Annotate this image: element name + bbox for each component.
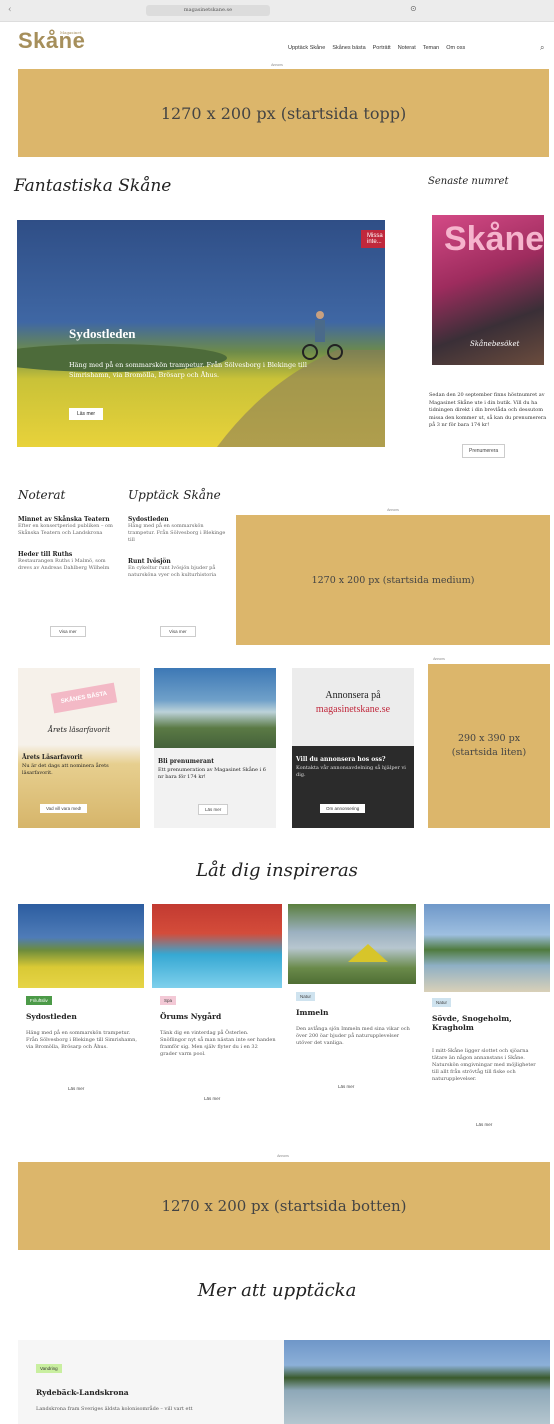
- inspire-text: Den avlånga sjön Immeln med sina vikar o…: [296, 1026, 410, 1046]
- inspire-title[interactable]: Sydostleden: [26, 1012, 138, 1021]
- hero-read-more-button[interactable]: Läs mer: [69, 408, 104, 420]
- promo-button[interactable]: Om annonsering: [320, 804, 366, 813]
- ad-label: Annons: [277, 1154, 289, 1158]
- hiker-image: [154, 668, 276, 748]
- promo-text: Ett prenumeration av Magasinet Skåne i 6…: [158, 767, 266, 780]
- nav-item-teman[interactable]: Teman: [423, 45, 440, 57]
- ad-banner-bottom[interactable]: 1270 x 200 px (startsida botten): [18, 1162, 550, 1250]
- inspire-image[interactable]: [152, 904, 282, 988]
- noterat-heading: Noterat: [18, 488, 66, 502]
- ad-banner-medium[interactable]: 1270 x 200 px (startsida medium): [236, 515, 550, 645]
- inspire-read-more[interactable]: Läs mer: [68, 1086, 84, 1091]
- inspire-tag: Spa: [160, 996, 177, 1005]
- noterat-list: Minnet av Skånska Teatern Efter en konse…: [18, 516, 116, 572]
- noterat-item-title[interactable]: Minnet av Skånska Teatern: [18, 516, 116, 523]
- promo-text: Kontakta vår annonsavdelning så hjälper …: [296, 765, 406, 778]
- inspire-read-more[interactable]: Läs mer: [204, 1096, 220, 1101]
- nav-item-portratt[interactable]: Porträtt: [373, 45, 391, 57]
- inspire-tag: Friluftsliv: [26, 996, 52, 1005]
- inspire-text: Tänk dig en vinterdag på Österlen. Snöfl…: [160, 1030, 276, 1057]
- more-text: Landskrona fram Sveriges äldsta koloniso…: [36, 1406, 193, 1412]
- ad-banner-small[interactable]: 290 x 390 px (startsida liten): [428, 664, 550, 828]
- inspire-title[interactable]: Immeln: [296, 1008, 412, 1017]
- hero-badge: Missa inte...: [361, 230, 385, 248]
- promo-button[interactable]: Läs mer: [198, 804, 229, 815]
- tent-illustration: [348, 944, 388, 962]
- upptack-item-title[interactable]: Sydostleden: [128, 516, 226, 523]
- promo-title[interactable]: Årets Läsarfavorit: [22, 754, 136, 761]
- logo-subtitle: Magasinet: [60, 30, 82, 35]
- nav-item-upptack[interactable]: Upptäck Skåne: [288, 45, 325, 57]
- upptack-item-text: Häng med på en sommarskön trampetur. Frå…: [128, 523, 226, 543]
- upptack-item-text: En cykeltur runt Ivösjön bjuder på natur…: [128, 565, 217, 578]
- inspire-title[interactable]: Örums Nygård: [160, 1012, 276, 1021]
- noterat-item-title[interactable]: Heder till Ruths: [18, 551, 116, 558]
- more-tag: Vandring: [36, 1364, 62, 1373]
- ad-label: Annons: [387, 508, 399, 512]
- inspire-text: I mitt-Skåne ligger slottet och sjöarna …: [432, 1048, 536, 1082]
- inspire-read-more[interactable]: Läs mer: [338, 1084, 354, 1089]
- more-title[interactable]: Rydebäck-Landskrona: [36, 1388, 276, 1397]
- inspire-tag: Natur: [296, 992, 316, 1001]
- hero-description: Häng med på en sommarskön trampetur. Frå…: [69, 361, 307, 379]
- skanes-basta-badge: SKÅNES BÄSTA: [50, 682, 118, 714]
- promo-card-prenumerant[interactable]: Bli prenumerant Ett prenumeration av Mag…: [154, 668, 276, 828]
- browser-toolbar: [0, 0, 554, 22]
- ad-banner-top[interactable]: 1270 x 200 px (startsida topp): [18, 69, 549, 157]
- hero-title[interactable]: Sydostleden: [69, 326, 135, 342]
- inspire-image[interactable]: [424, 904, 550, 992]
- inspire-image[interactable]: [18, 904, 144, 988]
- inspire-title[interactable]: Sövde, Snogeholm, Kragholm: [432, 1014, 544, 1032]
- ad-label: Annons: [271, 63, 283, 67]
- upptack-item-title[interactable]: Runt Ivösjön: [128, 558, 226, 565]
- annonsera-heading-accent: magasinetskane.se: [315, 704, 391, 715]
- noterat-more-button[interactable]: Visa mer: [50, 626, 86, 637]
- promo-button[interactable]: Vad vill vara med!: [40, 804, 88, 813]
- inspire-tag: Natur: [432, 998, 452, 1007]
- ad-label: Annons: [433, 657, 445, 661]
- nav-item-skanes-basta[interactable]: Skånes bästa: [332, 45, 365, 57]
- inspire-text: Häng med på en sommarskön trampetur. Frå…: [26, 1030, 137, 1050]
- promo-text: Nu är det dags att nominera årets läsarf…: [22, 763, 109, 776]
- noterat-item-text: Efter en konsertperiod publiken – om Skå…: [18, 523, 113, 536]
- noterat-item-text: Restaurangen Ruths i Malmö, som drevs av…: [18, 558, 110, 571]
- reload-icon[interactable]: ⊙: [410, 4, 417, 13]
- back-arrow-icon[interactable]: ‹: [8, 5, 12, 15]
- promo-title[interactable]: Vill du annonsera hos oss?: [296, 756, 410, 763]
- nav-item-om-oss[interactable]: Om oss: [446, 45, 465, 57]
- inspire-image[interactable]: [288, 904, 416, 984]
- promo-card-favorit[interactable]: SKÅNES BÄSTA Årets läsarfavorit Årets Lä…: [18, 668, 140, 828]
- more-heading: Mer att upptäcka: [197, 1280, 357, 1301]
- inspire-heading: Låt dig inspireras: [196, 860, 358, 881]
- latest-issue-text: Sedan den 20 september finns höstnumret …: [429, 392, 547, 428]
- more-image[interactable]: [284, 1340, 550, 1424]
- magazine-cover-title: Skåne: [444, 220, 545, 258]
- more-card[interactable]: Vandring Rydebäck-Landskrona Landskrona …: [18, 1340, 284, 1424]
- magazine-cover-subtitle: Skånebesöket: [470, 340, 520, 348]
- upptack-heading: Upptäck Skåne: [128, 488, 221, 502]
- promo-title[interactable]: Bli prenumerant: [158, 758, 272, 765]
- subscribe-button[interactable]: Prenumerera: [462, 444, 506, 458]
- annonsera-heading: Annonsera på: [325, 690, 381, 701]
- upptack-more-button[interactable]: Visa mer: [160, 626, 196, 637]
- nav-item-noterat[interactable]: Noterat: [398, 45, 416, 57]
- upptack-list: Sydostleden Häng med på en sommarskön tr…: [128, 516, 226, 579]
- promo-card-annonsera[interactable]: Annonsera på magasinetskane.se Vill du a…: [292, 668, 414, 828]
- section-heading-fantastiska: Fantastiska Skåne: [14, 176, 172, 196]
- main-nav: Upptäck Skåne Skånes bästa Porträtt Note…: [288, 45, 465, 57]
- address-bar[interactable]: magasinetskane.se: [146, 5, 270, 16]
- inspire-read-more[interactable]: Läs mer: [476, 1122, 492, 1127]
- hero-image[interactable]: Missa inte... Sydostleden Häng med på en…: [17, 220, 385, 447]
- promo-script-text: Årets läsarfavorit: [48, 726, 111, 734]
- section-heading-senaste: Senaste numret: [428, 176, 509, 187]
- search-icon[interactable]: ⌕: [540, 43, 544, 53]
